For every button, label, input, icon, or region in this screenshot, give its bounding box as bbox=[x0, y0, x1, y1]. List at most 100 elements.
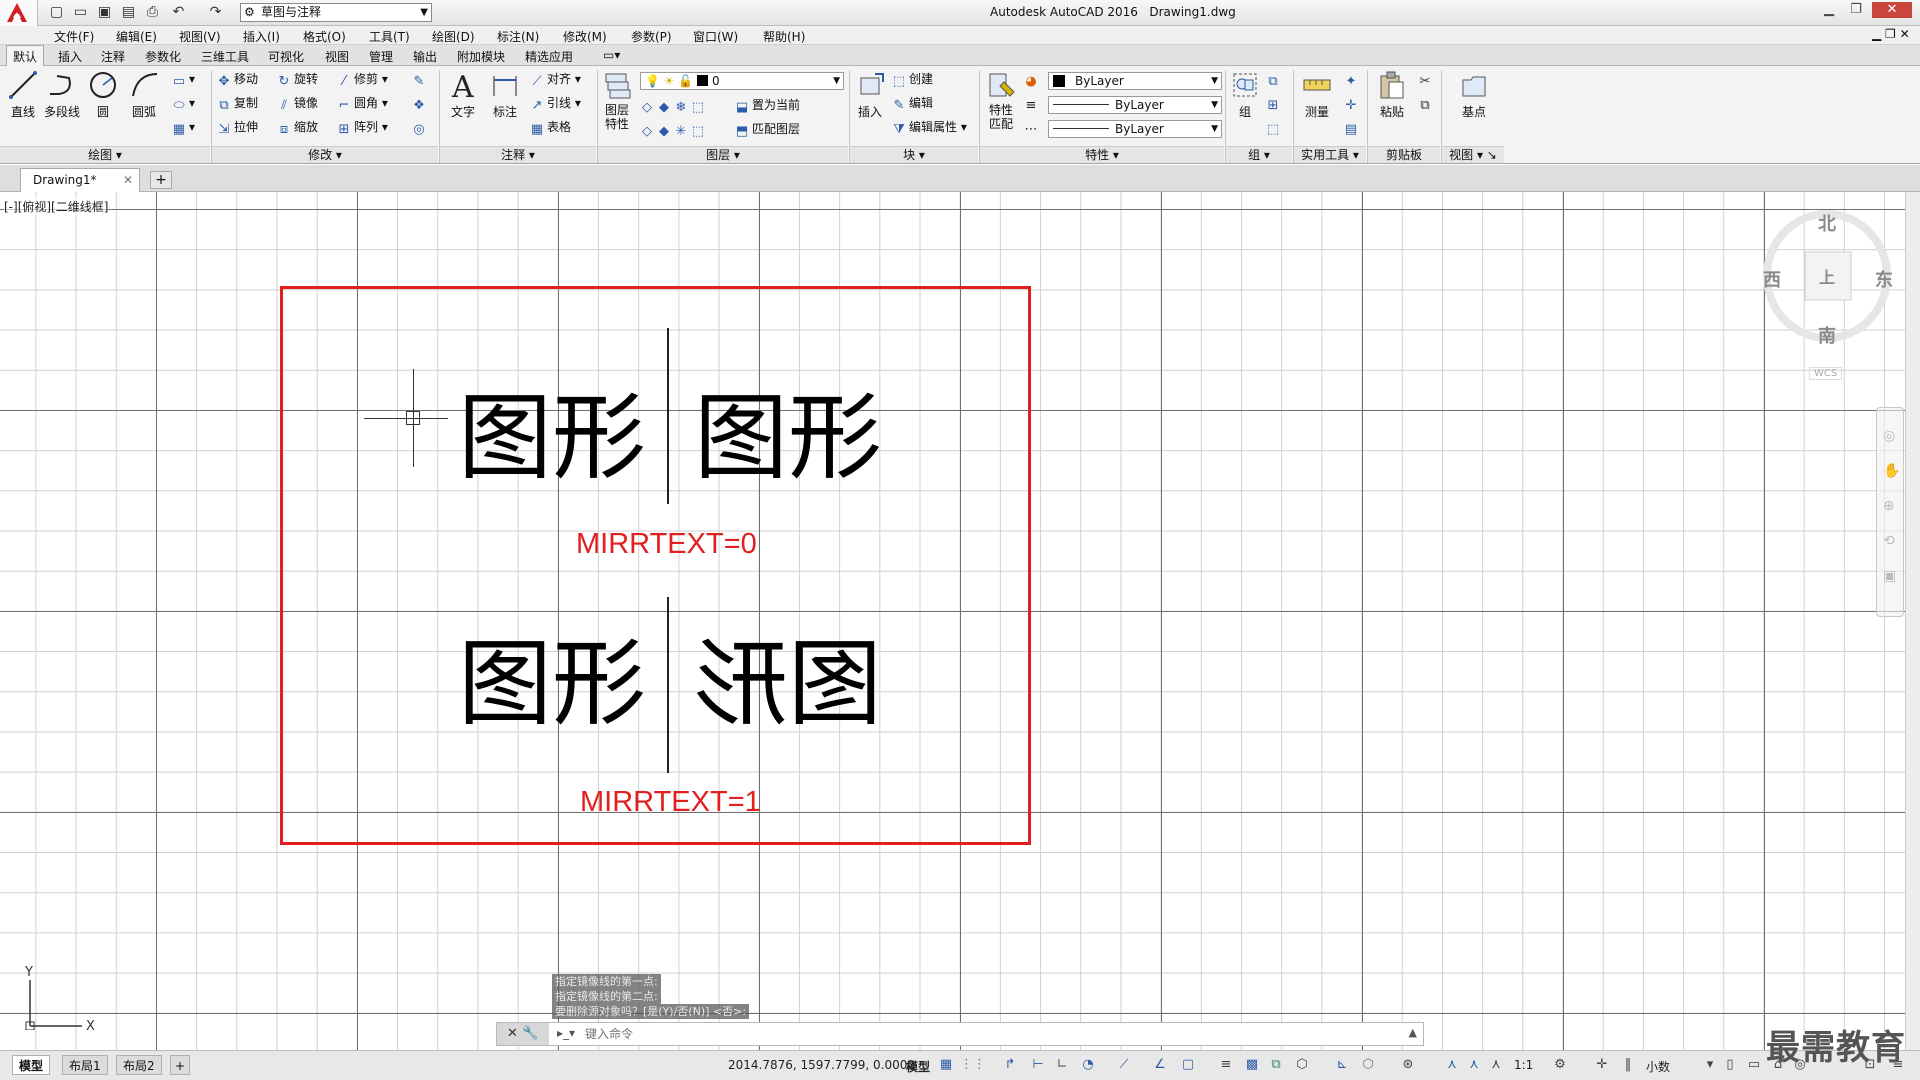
group-select-icon[interactable]: ⬚ bbox=[1266, 118, 1283, 137]
close-button[interactable]: ✕ bbox=[1872, 2, 1912, 18]
ellipse-button[interactable]: ⬭ ▾ bbox=[172, 94, 195, 113]
open-icon[interactable]: ▭ bbox=[72, 4, 89, 21]
quick-properties-icon[interactable]: ▾ bbox=[1702, 1057, 1718, 1073]
calculator-icon[interactable]: ▤ bbox=[1344, 118, 1361, 137]
wrench-icon[interactable]: 🔧 bbox=[522, 1026, 538, 1041]
new-icon[interactable]: ▢ bbox=[48, 4, 65, 21]
view-panel-title[interactable]: 视图 ▾ ↘ bbox=[1442, 146, 1504, 163]
print-icon[interactable]: ⎙ bbox=[144, 4, 161, 21]
tab-drawing1[interactable]: Drawing1* ✕ bbox=[20, 168, 140, 192]
groups-panel-title[interactable]: 组 ▾ bbox=[1226, 146, 1292, 163]
dim-align-button[interactable]: ⟋ 对齐 ▾ bbox=[530, 70, 580, 89]
lineweight-display-icon[interactable]: ≡ bbox=[1218, 1057, 1234, 1073]
ortho-icon[interactable]: ∟ bbox=[1054, 1057, 1070, 1073]
grid-icon[interactable]: ▦ bbox=[938, 1057, 954, 1073]
measure-button[interactable]: 测量 bbox=[1298, 70, 1336, 120]
base-view-button[interactable]: 基点 bbox=[1456, 70, 1492, 120]
infer-constraints-icon[interactable]: ↱ bbox=[1002, 1057, 1018, 1073]
polyline-button[interactable]: 多段线 bbox=[42, 70, 82, 120]
lineweight-icon[interactable]: ≡ bbox=[1024, 94, 1041, 113]
auto-scale-icon[interactable]: ⋏ bbox=[1466, 1057, 1482, 1073]
tab-featured-apps[interactable]: 精选应用 bbox=[525, 48, 573, 65]
create-block-button[interactable]: ⬚ 创建 bbox=[892, 70, 933, 89]
offset-button[interactable]: ◎ bbox=[412, 118, 429, 137]
cut-icon[interactable]: ✂ bbox=[1418, 70, 1435, 89]
navigation-bar[interactable]: ◎ ✋ ⊕ ⟲ ▣ bbox=[1876, 407, 1904, 617]
leader-button[interactable]: ↗ 引线 ▾ bbox=[530, 94, 581, 113]
undo-icon[interactable]: ↶ bbox=[170, 4, 187, 21]
menu-draw[interactable]: 绘图(D) bbox=[432, 28, 475, 45]
rectangle-button[interactable]: ▭ ▾ bbox=[172, 70, 195, 89]
fillet-button[interactable]: ⌐ 圆角 ▾ bbox=[337, 94, 388, 113]
tab-3d-tools[interactable]: 三维工具 bbox=[201, 48, 249, 65]
selection-cycling-icon[interactable]: ⧉ bbox=[1268, 1057, 1284, 1073]
utilities-panel-title[interactable]: 实用工具 ▾ bbox=[1294, 146, 1366, 163]
workspace-switch-icon[interactable]: ⚙ bbox=[1552, 1057, 1568, 1073]
block-panel-title[interactable]: 块 ▾ bbox=[850, 146, 978, 163]
annotation-visibility-icon[interactable]: ⋏ bbox=[1444, 1057, 1460, 1073]
tab-visualize[interactable]: 可视化 bbox=[268, 48, 304, 65]
text-button[interactable]: A 文字 bbox=[446, 70, 480, 120]
menu-format[interactable]: 格式(O) bbox=[303, 28, 346, 45]
insert-block-button[interactable]: 插入 bbox=[852, 70, 888, 120]
menu-help[interactable]: 帮助(H) bbox=[763, 28, 805, 45]
paste-button[interactable]: 粘贴 bbox=[1374, 70, 1410, 120]
doc-window-controls[interactable]: ▁ ❐ ✕ bbox=[1872, 27, 1910, 41]
edit-attributes-button[interactable]: ⧩ 编辑属性 ▾ bbox=[892, 118, 967, 137]
close-icon[interactable]: ✕ bbox=[507, 1026, 518, 1041]
coordinates[interactable]: 2014.7876, 1597.7799, 0.0000 bbox=[728, 1058, 915, 1072]
tab-view[interactable]: 视图 bbox=[325, 48, 349, 65]
zoom-extents-icon[interactable]: ⊕ bbox=[1883, 498, 1895, 514]
menu-edit[interactable]: 编辑(E) bbox=[116, 28, 157, 45]
tab-parametric[interactable]: 参数化 bbox=[145, 48, 181, 65]
array-button[interactable]: ⊞ 阵列 ▾ bbox=[337, 118, 388, 137]
orbit-icon[interactable]: ⟲ bbox=[1883, 533, 1895, 549]
copy-button[interactable]: ⧉ 复制 bbox=[217, 94, 258, 113]
line-button[interactable]: 直线 bbox=[6, 70, 40, 120]
table-button[interactable]: ▦ 表格 bbox=[530, 118, 571, 137]
compass-west[interactable]: 西 bbox=[1763, 266, 1781, 292]
dimension-button[interactable]: 标注 bbox=[488, 70, 522, 120]
tab-home[interactable]: 默认 bbox=[6, 45, 45, 67]
workspace-select[interactable]: ⚙ 草图与注释 ▼ bbox=[240, 3, 432, 22]
object-snap-tracking-icon[interactable]: ∠ bbox=[1152, 1057, 1168, 1073]
wcs-menu[interactable]: WCS bbox=[1809, 367, 1843, 380]
compass-north[interactable]: 北 bbox=[1818, 210, 1836, 236]
compass-east[interactable]: 东 bbox=[1875, 266, 1893, 292]
minimize-button[interactable]: ▁ bbox=[1818, 2, 1840, 18]
layers-panel-title[interactable]: 图层 ▾ bbox=[598, 146, 848, 163]
annotation-panel-title[interactable]: 注释 ▾ bbox=[440, 146, 596, 163]
tab-manage[interactable]: 管理 bbox=[369, 48, 393, 65]
menu-modify[interactable]: 修改(M) bbox=[563, 28, 607, 45]
match-layer-button[interactable]: ⬒ 匹配图层 bbox=[735, 120, 800, 139]
modify-panel-title[interactable]: 修改 ▾ bbox=[212, 146, 438, 163]
color-dropdown[interactable]: ByLayer ▼ bbox=[1048, 72, 1222, 90]
close-icon[interactable]: ✕ bbox=[123, 169, 133, 191]
hatch-button[interactable]: ▦ ▾ bbox=[172, 118, 195, 137]
transparency-icon[interactable]: ▩ bbox=[1244, 1057, 1260, 1073]
layer-properties-button[interactable]: 图层特性 bbox=[600, 70, 634, 131]
menu-tools[interactable]: 工具(T) bbox=[369, 28, 410, 45]
tab-layout2[interactable]: 布局2 bbox=[116, 1055, 162, 1075]
properties-panel-title[interactable]: 特性 ▾ bbox=[980, 146, 1224, 163]
dynamic-ucs-icon[interactable]: ⊾ bbox=[1334, 1057, 1350, 1073]
model-space-toggle[interactable]: 模型 bbox=[906, 1058, 930, 1075]
vertical-scrollbar[interactable] bbox=[1905, 192, 1920, 1050]
tab-output[interactable]: 输出 bbox=[413, 48, 437, 65]
quick-select-icon[interactable]: ✦ bbox=[1344, 70, 1361, 89]
tab-insert[interactable]: 插入 bbox=[58, 48, 82, 65]
annotation-scale[interactable]: 1:1 bbox=[1514, 1058, 1533, 1072]
draw-panel-title[interactable]: 绘图 ▾ bbox=[0, 146, 210, 163]
chevron-up-icon[interactable]: ▲ bbox=[1409, 1026, 1417, 1039]
trim-button[interactable]: ⁄ 修剪 ▾ bbox=[337, 70, 388, 89]
copy-clip-icon[interactable]: ⧉ bbox=[1418, 94, 1435, 113]
clipboard-panel-title[interactable]: 剪贴板 bbox=[1368, 146, 1440, 163]
point-id-icon[interactable]: ✛ bbox=[1344, 94, 1361, 113]
add-layout-button[interactable]: + bbox=[170, 1055, 191, 1075]
menu-insert[interactable]: 插入(I) bbox=[243, 28, 280, 45]
set-current-button[interactable]: ⬓ 置为当前 bbox=[735, 96, 800, 115]
pan-icon[interactable]: ✋ bbox=[1883, 463, 1900, 479]
viewcube[interactable]: 北 南 东 西 上 WCS bbox=[1745, 200, 1895, 380]
lineweight-dropdown[interactable]: ByLayer ▼ bbox=[1048, 120, 1222, 138]
compass-south[interactable]: 南 bbox=[1818, 322, 1836, 348]
